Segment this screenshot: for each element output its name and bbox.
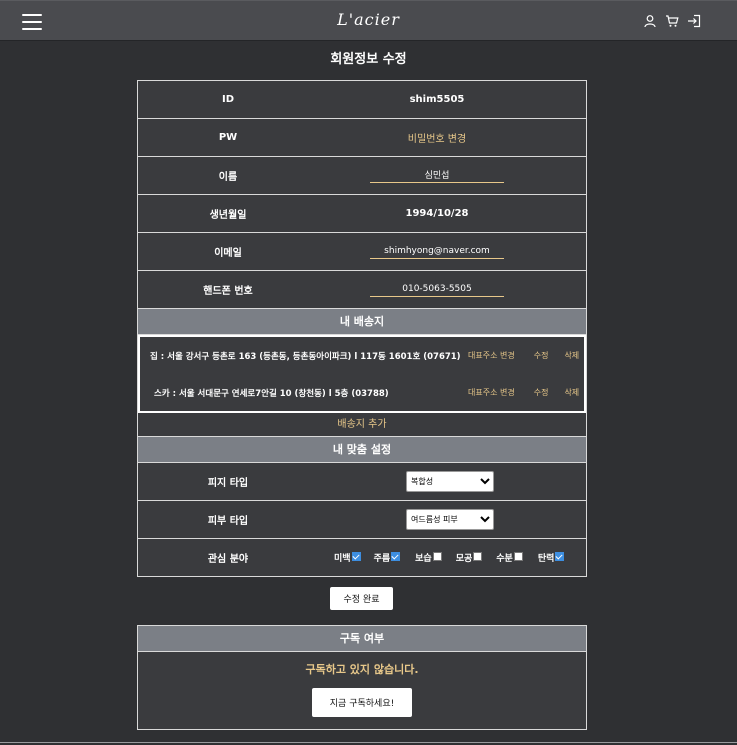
birth-value: 1994/10/28 [405,208,469,219]
pw-label: PW [218,132,238,143]
set-default-address-button[interactable]: 대표주소 변경 [468,350,515,361]
checkbox-unchecked[interactable] [432,551,442,561]
interest-options: 미백 주름 보습 모공 수분 탄력 [334,551,565,564]
interest-row: 관심 분야 미백 주름 보습 모공 수분 탄력 [138,539,586,576]
address-item: 집 : 서울 강서구 등촌로 163 (등촌동, 등촌동아이파크) l 117동… [140,337,584,374]
submit-button[interactable]: 수정 완료 [330,587,393,610]
skin-type-label: 피지 타입 [207,478,249,489]
email-label: 이메일 [214,248,242,259]
address-list: 집 : 서울 강서구 등촌로 163 (등촌동, 등촌동아이파크) l 117동… [138,335,586,413]
checkbox-unchecked[interactable] [473,551,483,561]
interest-option[interactable]: 주름 [374,551,401,564]
interest-label: 관심 분야 [207,554,249,565]
phone-row: 핸드폰 번호 [138,271,586,309]
skin-type-row: 피지 타입 복합성 [138,463,586,501]
add-address-button[interactable]: 배송지 추가 [138,413,586,437]
subscribe-button[interactable]: 지금 구독하세요! [312,688,412,717]
footer-divider [0,742,737,743]
checkbox-unchecked[interactable] [513,551,523,561]
pw-row: PW 비밀번호 변경 [138,119,586,157]
id-label: ID [221,94,235,105]
birth-row: 생년월일 1994/10/28 [138,195,586,233]
email-row: 이메일 [138,233,586,271]
phone-field[interactable] [370,282,504,297]
subscription-panel: 구독 여부 구독하고 있지 않습니다. 지금 구독하세요! [137,625,587,730]
checkbox-checked[interactable] [351,551,361,561]
set-default-address-button[interactable]: 대표주소 변경 [468,387,515,398]
interest-option[interactable]: 보습 [415,551,442,564]
member-info-table: ID shim5505 PW 비밀번호 변경 이름 생년월일 1994/10/2… [137,80,587,577]
user-icon[interactable] [643,13,657,28]
skin-kind-row: 피부 타입 여드름성 피부 [138,501,586,539]
address-item: 스카 : 서울 서대문구 연세로7안길 10 (창천동) l 5층 (03788… [140,374,584,411]
email-field[interactable] [370,244,504,259]
checkbox-checked[interactable] [391,551,401,561]
address-text: 집 : 서울 강서구 등촌로 163 (등촌동, 등촌동아이파크) l 117동… [150,351,461,362]
birth-label: 생년월일 [209,210,247,221]
skin-kind-label: 피부 타입 [207,516,249,527]
top-navbar: L'acier [0,0,737,41]
subscription-title: 구독 여부 [138,626,586,652]
edit-address-button[interactable]: 수정 [534,387,549,398]
interest-option[interactable]: 모공 [456,551,483,564]
skin-type-select[interactable]: 복합성 [406,471,494,492]
phone-label: 핸드폰 번호 [203,286,253,297]
delete-address-button[interactable]: 삭제 [564,387,579,398]
name-label: 이름 [218,172,238,183]
address-text: 스카 : 서울 서대문구 연세로7안길 10 (창천동) l 5층 (03788… [154,388,389,399]
edit-address-button[interactable]: 수정 [534,350,549,361]
page-title: 회원정보 수정 [330,52,407,67]
shipping-section-title: 내 배송지 [138,309,586,335]
id-row: ID shim5505 [138,81,586,119]
name-field[interactable] [370,168,504,183]
interest-option[interactable]: 미백 [334,551,361,564]
site-logo[interactable]: L'acier [0,10,737,29]
name-row: 이름 [138,157,586,195]
interest-option[interactable]: 수분 [496,551,523,564]
skin-kind-select[interactable]: 여드름성 피부 [406,509,494,530]
header-icons [643,13,701,28]
interest-option[interactable]: 탄력 [538,551,565,564]
id-value: shim5505 [409,94,465,105]
checkbox-checked[interactable] [555,551,565,561]
login-icon[interactable] [687,13,701,28]
change-password-link[interactable]: 비밀번호 변경 [318,130,586,145]
custom-section-title: 내 맞춤 설정 [138,437,586,463]
subscription-status: 구독하고 있지 않습니다. [305,663,419,676]
cart-icon[interactable] [665,13,679,27]
delete-address-button[interactable]: 삭제 [564,350,579,361]
